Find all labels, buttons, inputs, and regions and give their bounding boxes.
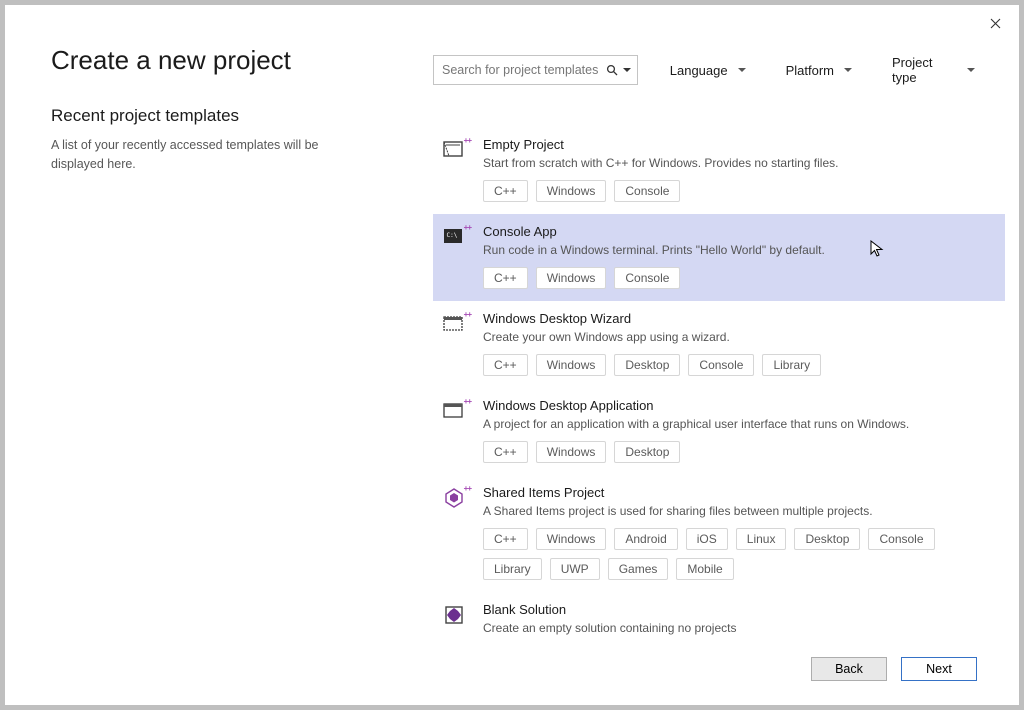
tag-row: C++ Windows Android iOS Linux Desktop Console L… bbox=[483, 528, 991, 580]
template-body: Empty Project Start from scratch with C++… bbox=[483, 137, 991, 202]
blank-solution-icon bbox=[443, 604, 467, 628]
template-tag: Android bbox=[614, 528, 677, 550]
template-body: Console App Run code in a Windows termina… bbox=[483, 224, 991, 289]
search-input[interactable] bbox=[442, 63, 606, 77]
back-button[interactable]: Back bbox=[811, 657, 887, 681]
template-body: Windows Desktop Application A project for… bbox=[483, 398, 991, 463]
template-item[interactable]: ++ Shared Items Project A Shared Items pro… bbox=[433, 475, 1005, 592]
tag-row: C++ Windows Console bbox=[483, 267, 991, 289]
next-button[interactable]: Next bbox=[901, 657, 977, 681]
template-tag: Desktop bbox=[614, 441, 680, 463]
template-item[interactable]: ++ Empty Project Start from scratch with C… bbox=[433, 127, 1005, 214]
template-item[interactable]: Blank Solution Create an empty solution c… bbox=[433, 592, 1005, 641]
recent-heading: Recent project templates bbox=[51, 106, 353, 126]
filter-project-type[interactable]: Project type bbox=[892, 55, 975, 85]
template-tag: Windows bbox=[536, 441, 607, 463]
left-column: Create a new project Recent project temp… bbox=[5, 5, 383, 641]
template-tag: Linux bbox=[736, 528, 787, 550]
filter-platform[interactable]: Platform bbox=[786, 55, 852, 85]
template-desc: Start from scratch with C++ for Windows.… bbox=[483, 156, 991, 170]
template-tag: Console bbox=[868, 528, 934, 550]
chevron-down-icon bbox=[738, 68, 746, 72]
template-desc: A Shared Items project is used for shari… bbox=[483, 504, 991, 518]
template-body: Blank Solution Create an empty solution c… bbox=[483, 602, 991, 641]
template-tag: UWP bbox=[550, 558, 600, 580]
template-desc: Run code in a Windows terminal. Prints "… bbox=[483, 243, 991, 257]
console-app-icon: C:\++ bbox=[443, 226, 467, 250]
template-tag: iOS bbox=[686, 528, 728, 550]
template-tag: Console bbox=[614, 267, 680, 289]
template-title: Windows Desktop Wizard bbox=[483, 311, 991, 326]
template-tag: Library bbox=[483, 558, 542, 580]
template-tag: C++ bbox=[483, 180, 528, 202]
tag-row: C++ Windows Console bbox=[483, 180, 991, 202]
template-body: Shared Items Project A Shared Items proje… bbox=[483, 485, 991, 580]
template-tag: C++ bbox=[483, 528, 528, 550]
template-title: Empty Project bbox=[483, 137, 991, 152]
template-desc: Create an empty solution containing no p… bbox=[483, 621, 991, 635]
template-tag: Windows bbox=[536, 528, 607, 550]
desktop-wizard-icon: ++ bbox=[443, 313, 467, 337]
template-title: Windows Desktop Application bbox=[483, 398, 991, 413]
top-controls: Language Platform Project type bbox=[433, 55, 1005, 85]
template-tag: Windows bbox=[536, 354, 607, 376]
search-icon[interactable] bbox=[606, 64, 631, 76]
template-item[interactable]: C:\++ Console App Run code in a Windows te… bbox=[433, 214, 1005, 301]
tag-row: C++ Windows Desktop Console Library bbox=[483, 354, 991, 376]
template-list[interactable]: ++ Empty Project Start from scratch with C… bbox=[433, 127, 1005, 641]
template-tag: Mobile bbox=[676, 558, 733, 580]
filter-platform-label: Platform bbox=[786, 63, 834, 78]
template-tag: C++ bbox=[483, 441, 528, 463]
page-title: Create a new project bbox=[51, 45, 353, 76]
template-tag: Console bbox=[614, 180, 680, 202]
search-box[interactable] bbox=[433, 55, 638, 85]
template-item[interactable]: ++ Windows Desktop Wizard Create your own … bbox=[433, 301, 1005, 388]
template-tag: Console bbox=[688, 354, 754, 376]
shared-items-icon: ++ bbox=[443, 487, 467, 511]
filter-group: Language Platform Project type bbox=[670, 55, 975, 85]
recent-text: A list of your recently accessed templat… bbox=[51, 136, 353, 174]
filter-language-label: Language bbox=[670, 63, 728, 78]
template-title: Console App bbox=[483, 224, 991, 239]
template-tag: Windows bbox=[536, 180, 607, 202]
close-icon bbox=[990, 18, 1001, 29]
svg-text:C:\: C:\ bbox=[447, 232, 458, 239]
template-tag: C++ bbox=[483, 267, 528, 289]
template-tag: Library bbox=[762, 354, 821, 376]
template-tag: C++ bbox=[483, 354, 528, 376]
chevron-down-icon bbox=[844, 68, 852, 72]
content-area: Create a new project Recent project temp… bbox=[5, 5, 1019, 641]
template-desc: Create your own Windows app using a wiza… bbox=[483, 330, 991, 344]
template-item[interactable]: ++ Windows Desktop Application A project f… bbox=[433, 388, 1005, 475]
dialog-footer: Back Next bbox=[5, 641, 1019, 705]
desktop-app-icon: ++ bbox=[443, 400, 467, 424]
template-title: Shared Items Project bbox=[483, 485, 991, 500]
template-tag: Games bbox=[608, 558, 669, 580]
template-title: Blank Solution bbox=[483, 602, 991, 617]
filter-project-type-label: Project type bbox=[892, 55, 957, 85]
template-tag: Desktop bbox=[794, 528, 860, 550]
template-tag: Windows bbox=[536, 267, 607, 289]
tag-row: C++ Windows Desktop bbox=[483, 441, 991, 463]
right-column: Language Platform Project type ++ Empty P… bbox=[383, 5, 1019, 641]
template-tag: Desktop bbox=[614, 354, 680, 376]
close-button[interactable] bbox=[981, 11, 1009, 35]
dialog-window: Create a new project Recent project temp… bbox=[4, 4, 1020, 706]
empty-project-icon: ++ bbox=[443, 139, 467, 163]
template-body: Windows Desktop Wizard Create your own Wi… bbox=[483, 311, 991, 376]
chevron-down-icon bbox=[967, 68, 975, 72]
template-desc: A project for an application with a grap… bbox=[483, 417, 991, 431]
filter-language[interactable]: Language bbox=[670, 55, 746, 85]
